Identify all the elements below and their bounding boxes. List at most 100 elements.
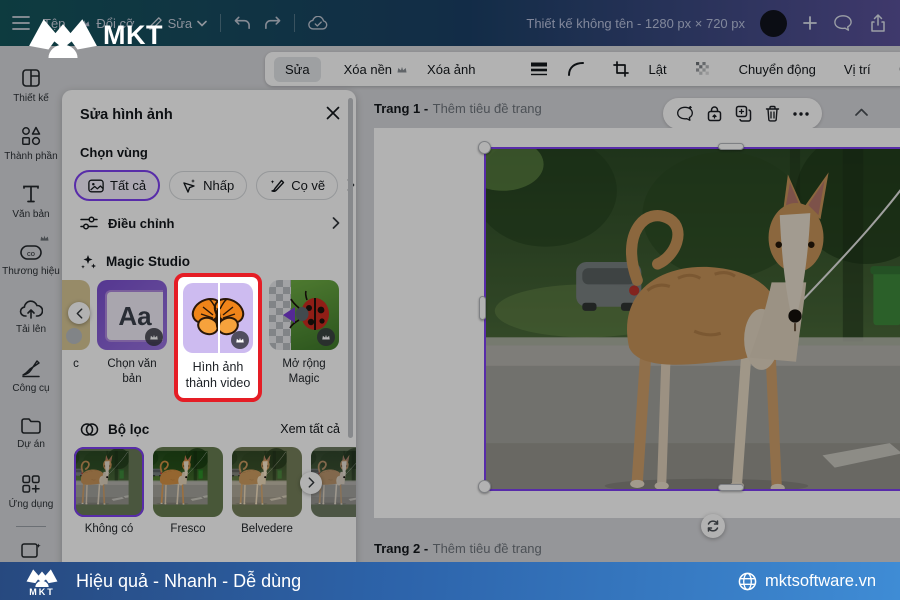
sparkles-icon bbox=[80, 253, 97, 270]
design-title: Thiết kế không tên - 1280 px × 720 px bbox=[526, 16, 745, 31]
add-member-button[interactable] bbox=[802, 15, 818, 31]
selection-handle-top[interactable] bbox=[718, 143, 744, 150]
magic-photo-icon bbox=[20, 542, 42, 560]
selection-handle-left[interactable] bbox=[479, 296, 486, 320]
filter-item-belvedere[interactable]: Belvedere bbox=[232, 447, 302, 535]
filter-icon bbox=[80, 422, 99, 437]
page1-canvas[interactable] bbox=[374, 128, 900, 518]
edit-mode-label: Sửa bbox=[168, 16, 193, 31]
filters-carousel: Không có Fresco Belvedere bbox=[62, 447, 356, 535]
panel-title: Sửa hình ảnh bbox=[80, 107, 173, 123]
dog-photo[interactable] bbox=[485, 148, 900, 490]
flip-button[interactable]: Lật bbox=[643, 58, 671, 81]
select-brush-pill[interactable]: Cọ vẽ bbox=[256, 171, 338, 200]
magic-studio-item-image-to-video[interactable]: Hình ảnh thành video bbox=[174, 273, 262, 402]
more-options-icon[interactable] bbox=[793, 112, 809, 116]
toggle-knob bbox=[66, 328, 82, 344]
crown-badge bbox=[317, 328, 335, 346]
toolbar-remove-background-button[interactable]: Xóa nền bbox=[339, 58, 413, 81]
filters-see-all-link[interactable]: Xem tất cả bbox=[280, 422, 340, 436]
toolbar-edit-button[interactable]: Sửa bbox=[274, 57, 321, 82]
apps-grid-icon bbox=[20, 473, 42, 495]
undo-button[interactable] bbox=[234, 16, 251, 30]
chevron-right-icon bbox=[332, 217, 340, 229]
sidebar-item-text[interactable]: Văn bản bbox=[0, 172, 62, 230]
collapse-page-button[interactable] bbox=[855, 104, 868, 119]
footer-website[interactable]: mktsoftware.vn bbox=[738, 572, 876, 591]
avatar[interactable] bbox=[760, 10, 787, 37]
redo-button[interactable] bbox=[264, 16, 281, 30]
design-icon bbox=[20, 67, 42, 89]
topbar-divider bbox=[220, 14, 221, 32]
footer-tagline: Hiệu quả - Nhanh - Dễ dùng bbox=[76, 571, 301, 592]
page-actions-pill bbox=[663, 98, 822, 129]
lock-icon[interactable] bbox=[707, 105, 722, 122]
image-edit-toolbar: Sửa Xóa nền Xóa ảnh bbox=[265, 52, 900, 86]
cursor-sparkle-icon bbox=[182, 178, 197, 193]
add-comment-icon[interactable] bbox=[676, 106, 694, 122]
sidebar-item-apps[interactable]: Ứng dụng bbox=[0, 462, 62, 520]
close-panel-button[interactable] bbox=[326, 106, 340, 123]
toolbar-erase-button[interactable]: Xóa ảnh bbox=[422, 58, 480, 81]
edit-image-panel: Sửa hình ảnh Chọn vùng Tất cả Nhấp bbox=[62, 90, 356, 572]
carousel-prev-button[interactable] bbox=[68, 302, 90, 324]
sidebar-item-design[interactable]: Thiết kế bbox=[0, 56, 62, 114]
filters-header: Bộ lọc Xem tất cả bbox=[62, 402, 356, 447]
footer-mkt-logo: MKT bbox=[24, 566, 60, 597]
page2-header[interactable]: Trang 2 - Thêm tiêu đề trang bbox=[374, 540, 542, 558]
sidebar-item-uploads[interactable]: Tải lên bbox=[0, 288, 62, 346]
crown-icon bbox=[39, 234, 50, 242]
share-export-icon bbox=[868, 13, 888, 33]
magic-studio-item-grab-text[interactable]: Aa Chọn văn bản bbox=[97, 280, 167, 387]
sidebar-divider bbox=[16, 526, 46, 527]
mkt-logo-icon bbox=[26, 12, 100, 58]
crown-icon bbox=[396, 65, 408, 74]
delete-page-icon[interactable] bbox=[765, 105, 780, 122]
brush-sparkle-icon bbox=[269, 178, 285, 193]
select-all-pill[interactable]: Tất cả bbox=[74, 170, 160, 201]
chevron-down-icon bbox=[197, 20, 207, 27]
rotate-handle[interactable] bbox=[701, 514, 725, 538]
sidebar-item-brand[interactable]: co Thương hiệu bbox=[0, 230, 62, 288]
page1-title[interactable]: Trang 1 - Thêm tiêu đề trang bbox=[374, 100, 542, 118]
folder-icon bbox=[20, 416, 42, 435]
sidebar-item-elements[interactable]: Thành phần bbox=[0, 114, 62, 172]
share-button[interactable] bbox=[868, 13, 888, 33]
page2-title-placeholder[interactable]: Thêm tiêu đề trang bbox=[433, 541, 542, 556]
filter-item-fresco[interactable]: Fresco bbox=[153, 447, 223, 535]
transparency-button[interactable] bbox=[690, 57, 716, 81]
filters-next-button[interactable] bbox=[300, 472, 322, 494]
curve-button[interactable] bbox=[562, 57, 590, 81]
magic-studio-item-magic-expand[interactable]: Mở rộng Magic bbox=[269, 280, 339, 387]
animate-button[interactable]: Chuyển động bbox=[734, 58, 821, 81]
select-click-pill[interactable]: Nhấp bbox=[169, 171, 247, 200]
sidebar-item-projects[interactable]: Dự án bbox=[0, 404, 62, 462]
panel-scrollbar[interactable] bbox=[348, 98, 353, 438]
magic-studio-item-partial[interactable]: c bbox=[62, 280, 90, 372]
position-button[interactable]: Vị trí bbox=[839, 58, 876, 81]
text-icon bbox=[20, 183, 42, 205]
select-area-options: Tất cả Nhấp Cọ vẽ bbox=[62, 170, 356, 201]
selection-handle-bottom[interactable] bbox=[718, 484, 744, 491]
adjust-row-button[interactable]: Điều chỉnh bbox=[62, 201, 356, 237]
sidebar-item-tools[interactable]: Công cụ bbox=[0, 346, 62, 404]
page1-header: Trang 1 - Thêm tiêu đề trang bbox=[374, 100, 890, 118]
mkt-logo-text: MKT bbox=[103, 20, 163, 51]
duplicate-page-icon[interactable] bbox=[735, 105, 752, 122]
filter-item-none[interactable]: Không có bbox=[74, 447, 144, 535]
page1-title-placeholder[interactable]: Thêm tiêu đề trang bbox=[433, 101, 542, 116]
crop-button[interactable] bbox=[608, 57, 634, 81]
app-screen: Tệp Đổi cỡ Sửa bbox=[0, 0, 900, 600]
mkt-watermark-logo: MKT bbox=[26, 12, 163, 58]
duration-button[interactable] bbox=[894, 57, 900, 81]
selection-handle-top-left[interactable] bbox=[478, 141, 491, 154]
selection-handle-bottom-left[interactable] bbox=[478, 480, 491, 493]
undo-icon bbox=[234, 16, 251, 30]
stroke-weight-button[interactable] bbox=[525, 58, 553, 80]
close-icon bbox=[326, 106, 340, 120]
transparency-checkerboard-icon bbox=[695, 61, 711, 77]
image-icon bbox=[88, 179, 104, 193]
comments-button[interactable] bbox=[833, 14, 853, 32]
brand-kit-icon: co bbox=[19, 242, 43, 262]
topbar-divider bbox=[294, 14, 295, 32]
